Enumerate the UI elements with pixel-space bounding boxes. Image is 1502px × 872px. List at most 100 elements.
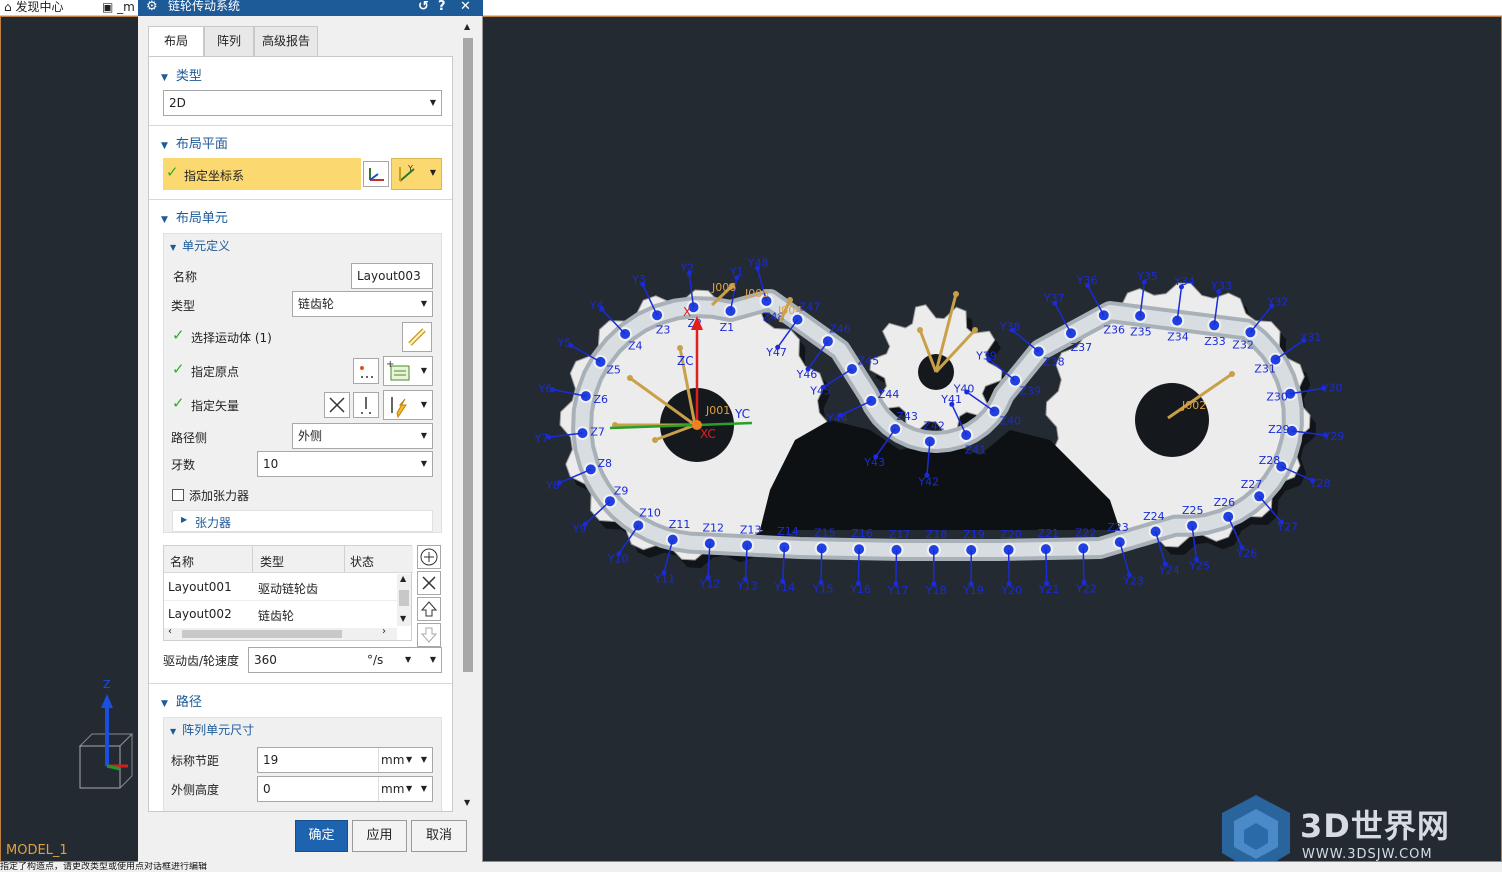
point-constructor-icon: + (386, 359, 410, 381)
header-status[interactable]: 状态 (350, 553, 374, 570)
layout-list[interactable]: 名称 类型 状态 Layout001 驱动链轮齿 Layout002 链齿轮 ▲… (163, 545, 413, 641)
section-type[interactable]: ▼ 类型 (161, 65, 202, 84)
scroll-left-icon[interactable]: ‹ (168, 626, 172, 637)
add-tensioner-label[interactable]: 添加张力器 (189, 487, 249, 504)
specify-csys-row[interactable]: ✓ 指定坐标系 (163, 158, 361, 190)
teeth-select[interactable]: 10 ▼ (257, 451, 433, 477)
z-label: Z6 (594, 393, 609, 406)
path-side-value: 外侧 (298, 429, 323, 443)
scroll-down-icon[interactable]: ▼ (400, 614, 406, 623)
y-label: Y24 (1158, 564, 1180, 577)
y-label: Y12 (699, 578, 721, 591)
tab-array[interactable]: 阵列 (204, 26, 254, 56)
csys-type-dropdown[interactable]: Y ▼ (391, 158, 442, 190)
divider (149, 199, 452, 200)
apply-button[interactable]: 应用 (352, 820, 407, 852)
z-label: Z28 (1259, 454, 1281, 467)
chain-y-arrow (895, 549, 898, 584)
scroll-thumb[interactable] (182, 630, 342, 638)
joint-arrow-head (917, 327, 923, 333)
tab-layout[interactable]: 布局 (148, 26, 204, 57)
table-row[interactable]: Layout002 链齿轮 (164, 602, 397, 628)
pitch-unit[interactable]: mm (378, 748, 404, 772)
collapse-triangle-icon: ▼ (161, 73, 168, 83)
scroll-thumb[interactable] (463, 38, 473, 672)
cancel-button[interactable]: 取消 (411, 820, 467, 852)
y-label: Y26 (1236, 547, 1258, 560)
check-icon: ✓ (166, 163, 179, 181)
chevron-down-icon[interactable]: ▼ (406, 748, 412, 772)
chevron-down-icon[interactable]: ▼ (421, 748, 427, 772)
chevron-down-icon[interactable]: ▼ (406, 777, 412, 801)
chevron-down-icon[interactable]: ▼ (430, 648, 436, 672)
dialog-scrollbar[interactable]: ▲ ▼ (460, 22, 476, 812)
speed-input[interactable]: 360 °/s ▼ ▼ (248, 647, 442, 673)
model-tab[interactable]: ▣ _m (102, 0, 135, 14)
y-label: Y4 (589, 299, 604, 312)
point-type-dropdown[interactable]: + ▼ (383, 356, 433, 386)
delete-layout-button[interactable] (417, 571, 441, 595)
ok-button[interactable]: 确定 (295, 820, 348, 852)
scroll-down-icon[interactable]: ▼ (464, 798, 470, 807)
height-input[interactable]: 0 mm ▼ ▼ (257, 776, 433, 802)
header-name[interactable]: 名称 (170, 553, 194, 570)
collapse-triangle-icon: ▼ (161, 699, 168, 709)
section-path[interactable]: ▼ 路径 (161, 691, 202, 710)
speed-unit[interactable]: °/s (367, 648, 383, 672)
chevron-down-icon[interactable]: ▼ (405, 648, 411, 672)
list-horizontal-scrollbar[interactable]: ‹ › (164, 626, 397, 640)
scroll-thumb[interactable] (399, 590, 409, 606)
header-type[interactable]: 类型 (260, 553, 284, 570)
tensioner-group[interactable]: ▶ 张力器 (172, 510, 433, 532)
y-label: Y32 (1267, 295, 1289, 308)
vector-type-dropdown[interactable]: ▼ (383, 390, 433, 420)
section-layout-unit[interactable]: ▼ 布局单元 (161, 207, 228, 226)
dialog-title: 链轮传动系统 (168, 0, 241, 13)
y-label: Y9 (572, 522, 587, 535)
unit-type-label: 类型 (171, 299, 196, 313)
unit-type-select[interactable]: 链齿轮 ▼ (292, 291, 433, 317)
csys-dialog-button[interactable] (363, 161, 389, 187)
type-select[interactable]: 2D ▼ (163, 90, 442, 116)
chevron-down-icon[interactable]: ▼ (421, 777, 427, 801)
scroll-up-icon[interactable]: ▲ (400, 574, 406, 583)
section-layout-plane[interactable]: ▼ 布局平面 (161, 133, 228, 152)
triad-z-label: Z (103, 678, 111, 691)
z-label: Z24 (1143, 510, 1165, 523)
vector-dialog-button[interactable] (353, 392, 379, 418)
name-input[interactable]: Layout003 (351, 263, 433, 289)
y-label: Y17 (887, 584, 909, 597)
row-type: 链齿轮 (258, 609, 295, 623)
z-label: Z32 (1232, 339, 1254, 352)
reverse-direction-button[interactable] (324, 392, 350, 418)
z-label: Z27 (1241, 478, 1263, 491)
tab-advanced-report[interactable]: 高级报告 (254, 26, 318, 56)
move-down-button[interactable] (417, 623, 441, 647)
divider (149, 125, 452, 126)
close-icon[interactable]: ✕ (460, 0, 471, 13)
scroll-right-icon[interactable]: › (382, 626, 386, 637)
height-unit[interactable]: mm (378, 777, 404, 801)
table-row[interactable]: Layout001 驱动链轮齿 (164, 574, 397, 601)
array-unit-size-header[interactable]: ▼ 阵列单元尺寸 (170, 721, 254, 738)
unit-definition-header[interactable]: ▼ 单元定义 (170, 237, 230, 254)
y-label: Y14 (773, 581, 795, 594)
collapse-triangle-icon: ▼ (170, 727, 177, 736)
reset-icon[interactable]: ↺ (418, 0, 429, 13)
discovery-center-tab[interactable]: ⌂ 发现中心 (4, 0, 63, 14)
path-side-select[interactable]: 外侧 ▼ (292, 423, 433, 449)
point-dialog-button[interactable] (353, 358, 379, 384)
y-label: Y46 (796, 368, 818, 381)
delete-icon (422, 576, 436, 590)
dialog-title-bar[interactable]: ⚙ 链轮传动系统 ↺ ? ✕ (138, 0, 483, 16)
list-vertical-scrollbar[interactable]: ▲ ▼ (397, 574, 411, 626)
add-tensioner-checkbox[interactable] (172, 489, 184, 501)
y-label: Y37 (1043, 292, 1065, 305)
scroll-up-icon[interactable]: ▲ (464, 22, 470, 31)
select-body-button[interactable] (402, 322, 432, 352)
help-icon[interactable]: ? (438, 0, 446, 13)
move-up-button[interactable] (417, 597, 441, 621)
pitch-input[interactable]: 19 mm ▼ ▼ (257, 747, 433, 773)
add-layout-button[interactable] (417, 545, 441, 569)
joint-arrow-head (1229, 371, 1235, 377)
